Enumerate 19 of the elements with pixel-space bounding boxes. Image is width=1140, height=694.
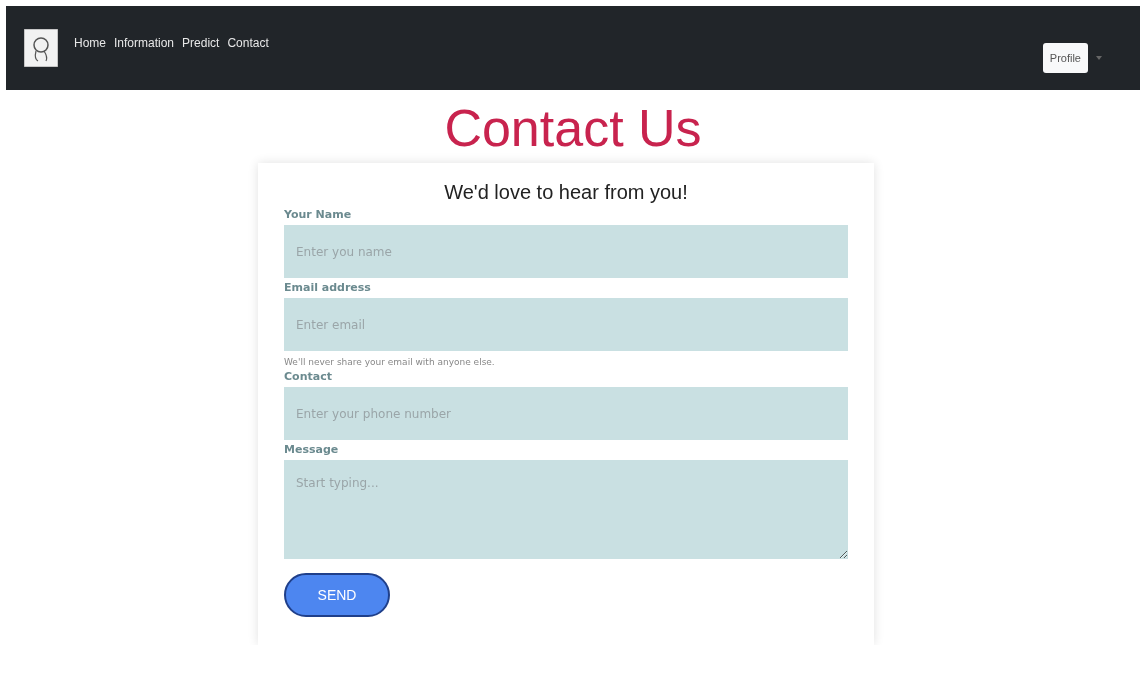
nav-link[interactable]: Home	[74, 36, 106, 50]
page-title: Contact Us	[444, 100, 702, 158]
profile-button[interactable]: Profile	[1042, 43, 1088, 73]
field-label: Your Name	[284, 208, 353, 222]
caret-icon[interactable]	[1096, 56, 1102, 60]
help-text: We'll never share your email with anyone else.	[284, 357, 496, 368]
message-field[interactable]: Start typing...	[284, 460, 848, 560]
input-field[interactable]: Enter you name	[284, 225, 848, 279]
nav-link[interactable]: Predict	[182, 36, 220, 50]
logo-icon[interactable]	[24, 29, 58, 67]
nav-link[interactable]: Information	[114, 36, 175, 50]
field-label: Email address	[284, 281, 372, 295]
send-button[interactable]: SEND	[284, 573, 390, 618]
form-heading: We'd love to hear from you!	[443, 181, 689, 205]
field-label: Message	[284, 443, 340, 457]
input-field[interactable]: Enter email	[284, 298, 848, 352]
input-field[interactable]: Enter your phone number	[284, 387, 848, 441]
nav-link[interactable]: Contact	[227, 36, 269, 50]
field-label: Contact	[284, 370, 333, 384]
